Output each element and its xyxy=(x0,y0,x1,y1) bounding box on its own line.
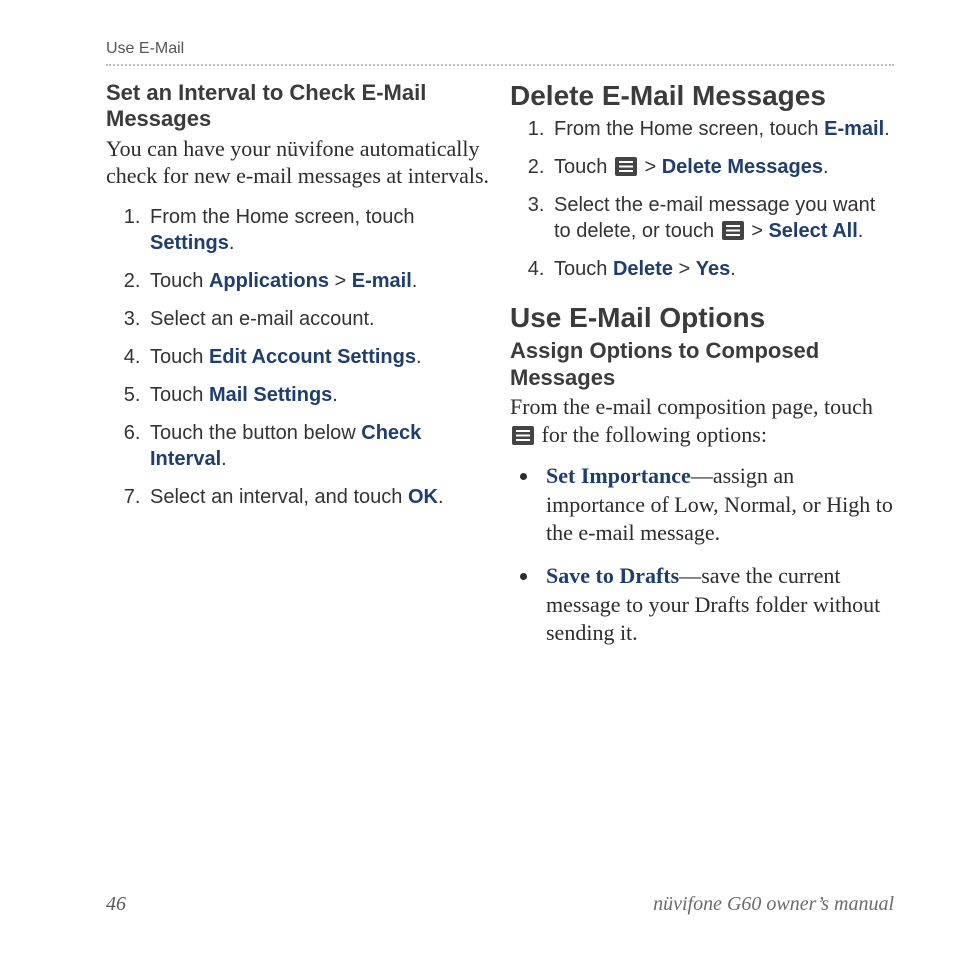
menu-icon xyxy=(512,426,534,445)
right-column: Delete E-Mail Messages From the Home scr… xyxy=(510,80,894,668)
step: From the Home screen, touch Settings. xyxy=(146,204,490,256)
step: Select an e-mail account. xyxy=(146,306,490,332)
step-text: > xyxy=(746,220,769,242)
step-text: Touch xyxy=(554,156,613,178)
step-text: From the Home screen, touch xyxy=(150,206,415,228)
left-subheading: Set an Interval to Check E-Mail Messages xyxy=(106,80,490,133)
step: Select an interval, and touch OK. xyxy=(146,484,490,510)
step-text: . xyxy=(412,270,418,292)
interval-steps: From the Home screen, touch Settings. To… xyxy=(106,204,490,510)
step: Touch Edit Account Settings. xyxy=(146,344,490,370)
ui-label: Yes xyxy=(696,258,730,280)
delete-heading: Delete E-Mail Messages xyxy=(510,80,894,112)
step: Select the e-mail message you want to de… xyxy=(550,192,894,244)
ui-label: OK xyxy=(408,486,438,508)
ui-label: Delete xyxy=(613,258,673,280)
delete-steps: From the Home screen, touch E-mail. Touc… xyxy=(510,116,894,282)
bullet-item: Set Importance—assign an importance of L… xyxy=(540,462,894,548)
left-column: Set an Interval to Check E-Mail Messages… xyxy=(60,80,490,668)
step-text: > xyxy=(639,156,662,178)
option-term: Set Importance xyxy=(546,463,691,488)
ui-label: Edit Account Settings xyxy=(209,346,416,368)
step-text: . xyxy=(730,258,736,280)
step-text: Touch the button below xyxy=(150,422,361,444)
left-intro: You can have your nüvifone automatically… xyxy=(106,135,490,190)
step-text: . xyxy=(332,384,338,406)
step-text: Touch xyxy=(150,346,209,368)
step-text: Touch xyxy=(150,270,209,292)
ui-label: Settings xyxy=(150,232,229,254)
step-text: Select an interval, and touch xyxy=(150,486,408,508)
step-text: Select an e-mail account. xyxy=(150,308,375,330)
content-columns: Set an Interval to Check E-Mail Messages… xyxy=(60,80,894,668)
step: Touch Applications > E-mail. xyxy=(146,268,490,294)
ui-label: Applications xyxy=(209,270,329,292)
step-text: . xyxy=(221,448,227,470)
step: Touch > Delete Messages. xyxy=(550,154,894,180)
ui-label: E-mail xyxy=(352,270,412,292)
step-text: From the Home screen, touch xyxy=(554,118,824,140)
options-intro: From the e-mail composition page, touch … xyxy=(510,393,894,448)
page-footer: 46 nüvifone G60 owner’s manual xyxy=(60,893,894,916)
bullet-item: Save to Drafts—save the current message … xyxy=(540,562,894,648)
header-divider xyxy=(106,64,894,66)
menu-icon xyxy=(615,157,637,176)
step-text: > xyxy=(329,270,352,292)
ui-label: E-mail xyxy=(824,118,884,140)
step-text: . xyxy=(823,156,829,178)
step: Touch Delete > Yes. xyxy=(550,256,894,282)
step: Touch Mail Settings. xyxy=(146,382,490,408)
ui-label: Mail Settings xyxy=(209,384,332,406)
running-head: Use E-Mail xyxy=(106,40,894,58)
option-term: Save to Drafts xyxy=(546,563,679,588)
step-text: Touch xyxy=(554,258,613,280)
ui-label: Select All xyxy=(768,220,857,242)
manual-page: Use E-Mail Set an Interval to Check E-Ma… xyxy=(0,0,954,954)
options-heading: Use E-Mail Options xyxy=(510,302,894,334)
step-text: > xyxy=(673,258,696,280)
step: Touch the button below Check Interval. xyxy=(146,420,490,472)
options-subheading: Assign Options to Composed Messages xyxy=(510,338,894,391)
step: From the Home screen, touch E-mail. xyxy=(550,116,894,142)
step-text: Touch xyxy=(150,384,209,406)
step-text: . xyxy=(858,220,864,242)
ui-label: Delete Messages xyxy=(662,156,823,178)
step-text: . xyxy=(438,486,444,508)
step-text: . xyxy=(229,232,235,254)
step-text: . xyxy=(416,346,422,368)
options-bullets: Set Importance—assign an importance of L… xyxy=(510,462,894,648)
step-text: . xyxy=(884,118,890,140)
page-number: 46 xyxy=(106,893,126,916)
manual-title: nüvifone G60 owner’s manual xyxy=(653,893,894,916)
menu-icon xyxy=(722,221,744,240)
intro-text: From the e-mail composition page, touch xyxy=(510,394,873,419)
intro-text: for the following options: xyxy=(536,422,767,447)
